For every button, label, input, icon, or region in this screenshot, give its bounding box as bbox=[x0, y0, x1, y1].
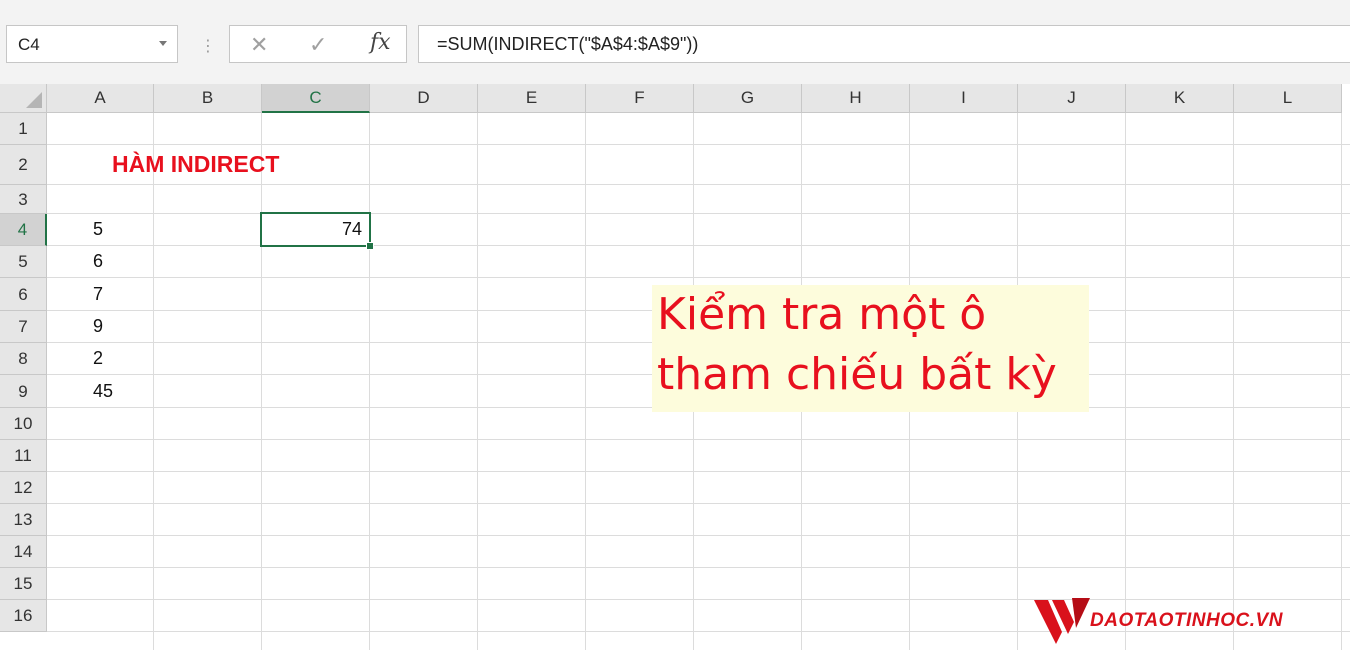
callout-box: Kiểm tra một ô tham chiếu bất kỳ bbox=[652, 285, 1089, 412]
cell-a4[interactable]: 5 bbox=[93, 219, 103, 240]
cell-a8[interactable]: 2 bbox=[93, 348, 103, 369]
cancel-icon[interactable]: ✕ bbox=[250, 33, 268, 58]
grid-column-line bbox=[369, 113, 370, 650]
grid-column-line bbox=[585, 113, 586, 650]
cell-a9[interactable]: 45 bbox=[93, 381, 113, 402]
grid-row-line bbox=[47, 184, 1350, 185]
watermark-text: DAOTAOTINHOC.VN bbox=[1090, 610, 1283, 631]
watermark-logo: DAOTAOTINHOC.VN bbox=[1032, 592, 1350, 648]
grid-row-line bbox=[47, 471, 1350, 472]
grid-column-line bbox=[261, 113, 262, 650]
column-header-b[interactable]: B bbox=[154, 84, 262, 113]
cell-a5[interactable]: 6 bbox=[93, 251, 103, 272]
name-box-value: C4 bbox=[18, 35, 40, 54]
drag-handle-icon[interactable]: ⋮ bbox=[200, 36, 216, 56]
cell-a6[interactable]: 7 bbox=[93, 284, 103, 305]
formula-text: =SUM(INDIRECT("$A$4:$A$9")) bbox=[437, 34, 699, 54]
grid-row-line bbox=[47, 567, 1350, 568]
grid-row-line bbox=[47, 439, 1350, 440]
grid-row-line bbox=[47, 245, 1350, 246]
column-header-d[interactable]: D bbox=[370, 84, 478, 113]
row-header-15[interactable]: 15 bbox=[0, 568, 47, 600]
select-all-button[interactable] bbox=[0, 84, 47, 113]
row-header-9[interactable]: 9 bbox=[0, 375, 47, 408]
formula-bar: C4 ⋮ ✕ ✓ fx =SUM(INDIRECT("$A$4:$A$9")) bbox=[0, 8, 1350, 84]
callout-line-1: Kiểm tra một ô bbox=[657, 289, 987, 340]
grid-column-line bbox=[477, 113, 478, 650]
column-header-a[interactable]: A bbox=[47, 84, 154, 113]
row-header-8[interactable]: 8 bbox=[0, 343, 47, 375]
logo-icon bbox=[1034, 598, 1090, 644]
row-header-10[interactable]: 10 bbox=[0, 408, 47, 440]
row-header-1[interactable]: 1 bbox=[0, 113, 47, 145]
grid-column-line bbox=[1125, 113, 1126, 650]
column-header-h[interactable]: H bbox=[802, 84, 910, 113]
grid-row-line bbox=[47, 535, 1350, 536]
grid-row-line bbox=[47, 503, 1350, 504]
name-box[interactable]: C4 bbox=[6, 25, 178, 63]
row-header-11[interactable]: 11 bbox=[0, 440, 47, 472]
column-header-j[interactable]: J bbox=[1018, 84, 1126, 113]
column-header-i[interactable]: I bbox=[910, 84, 1018, 113]
insert-function-icon[interactable]: fx bbox=[370, 30, 391, 55]
formula-input[interactable]: =SUM(INDIRECT("$A$4:$A$9")) bbox=[418, 25, 1350, 63]
callout-line-2: tham chiếu bất kỳ bbox=[657, 349, 1057, 400]
cell-c4[interactable]: 74 bbox=[262, 219, 362, 240]
row-header-5[interactable]: 5 bbox=[0, 246, 47, 278]
select-all-icon bbox=[26, 92, 42, 108]
row-header-6[interactable]: 6 bbox=[0, 278, 47, 311]
row-header-7[interactable]: 7 bbox=[0, 311, 47, 343]
row-header-3[interactable]: 3 bbox=[0, 185, 47, 214]
column-header-l[interactable]: L bbox=[1234, 84, 1342, 113]
sheet-title[interactable]: HÀM INDIRECT bbox=[112, 151, 279, 178]
grid-row-line bbox=[47, 277, 1350, 278]
row-header-13[interactable]: 13 bbox=[0, 504, 47, 536]
column-header-c[interactable]: C bbox=[262, 84, 370, 113]
chevron-down-icon[interactable] bbox=[159, 41, 167, 46]
grid-column-line bbox=[153, 113, 154, 650]
row-header-16[interactable]: 16 bbox=[0, 600, 47, 632]
cell-a7[interactable]: 9 bbox=[93, 316, 103, 337]
grid-column-line bbox=[1341, 113, 1342, 650]
fill-handle[interactable] bbox=[366, 242, 374, 250]
enter-icon[interactable]: ✓ bbox=[309, 33, 327, 58]
row-header-14[interactable]: 14 bbox=[0, 536, 47, 568]
row-header-2[interactable]: 2 bbox=[0, 145, 47, 185]
row-header-4[interactable]: 4 bbox=[0, 214, 47, 246]
grid-row-line bbox=[47, 144, 1350, 145]
column-header-g[interactable]: G bbox=[694, 84, 802, 113]
formula-buttons: ✕ ✓ fx bbox=[229, 25, 407, 63]
grid-column-line bbox=[1233, 113, 1234, 650]
column-header-f[interactable]: F bbox=[586, 84, 694, 113]
column-header-k[interactable]: K bbox=[1126, 84, 1234, 113]
grid-row-line bbox=[47, 213, 1350, 214]
row-header-12[interactable]: 12 bbox=[0, 472, 47, 504]
column-header-e[interactable]: E bbox=[478, 84, 586, 113]
